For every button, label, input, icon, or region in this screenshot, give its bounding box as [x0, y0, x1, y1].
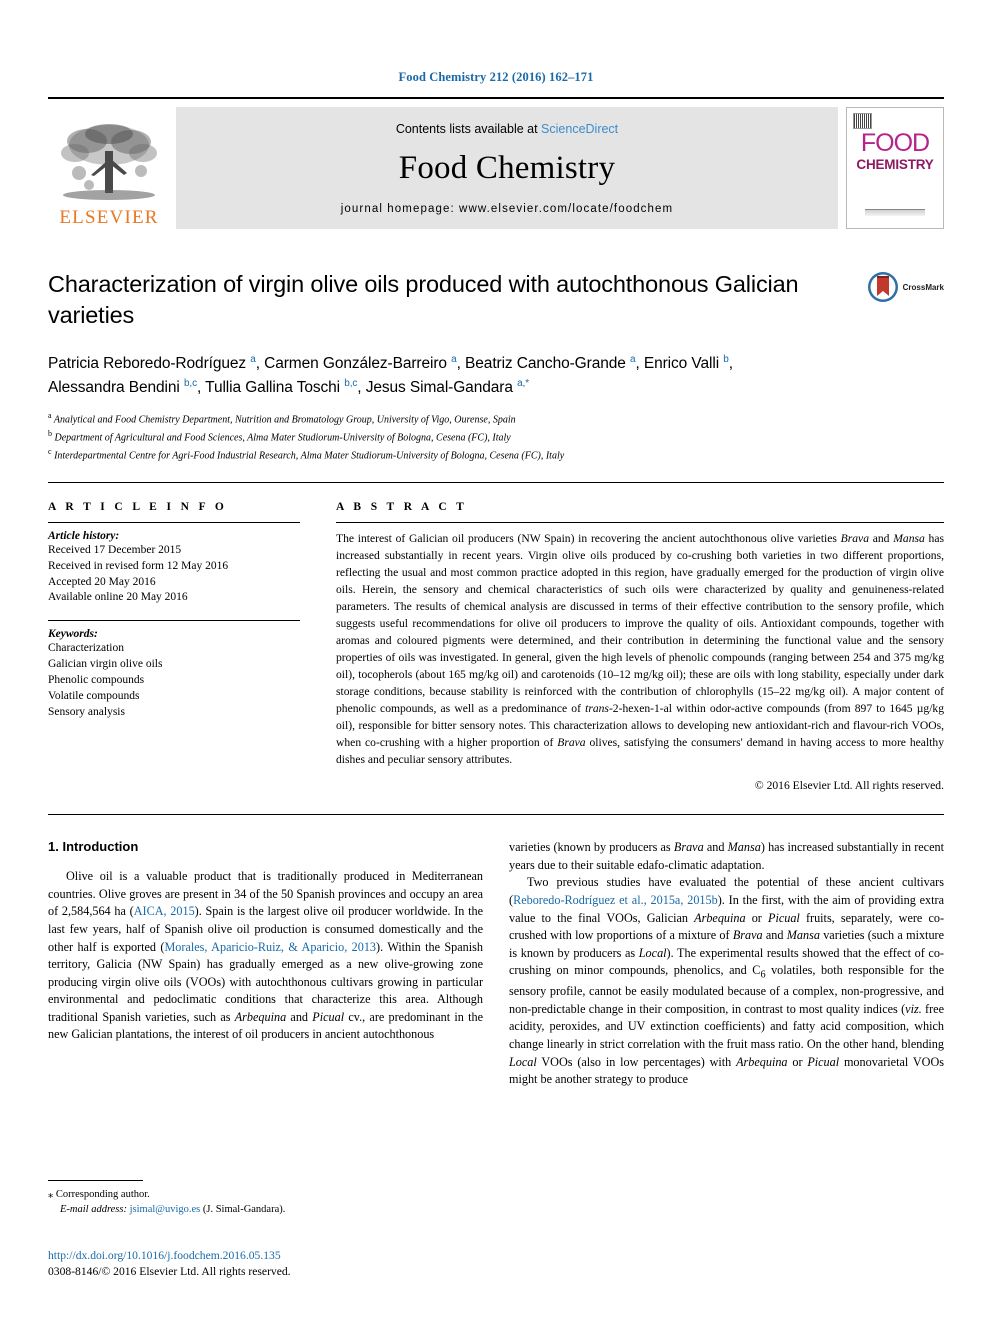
divider	[336, 521, 944, 523]
elsevier-logo: ELSEVIER	[48, 107, 170, 229]
sciencedirect-link[interactable]: ScienceDirect	[541, 122, 618, 136]
author-list: Patricia Reboredo-Rodríguez a, Carmen Go…	[48, 352, 944, 399]
abstract-copyright: © 2016 Elsevier Ltd. All rights reserved…	[754, 779, 944, 793]
footnote-divider	[48, 1180, 143, 1181]
issn-copyright-line: 0308-8146/© 2016 Elsevier Ltd. All right…	[48, 1265, 291, 1279]
history-item: Received in revised form 12 May 2016	[48, 559, 229, 572]
intro-paragraph-right-2: Two previous studies have evaluated the …	[509, 875, 945, 1087]
keyword-item: Characterization	[48, 642, 124, 655]
crossmark-label: CrossMark	[902, 282, 944, 292]
keyword-item: Sensory analysis	[48, 705, 125, 718]
article-history-label: Article history:	[48, 529, 120, 542]
divider	[48, 521, 300, 523]
info-abstract-region: A R T I C L E I N F O Article history: R…	[48, 481, 944, 792]
body-column-left: 1. Introduction Olive oil is a valuable …	[48, 839, 483, 1088]
abstract-column: A B S T R A C T The interest of Galician…	[336, 501, 944, 792]
history-item: Received 17 December 2015	[48, 543, 182, 556]
affiliation-list: a Analytical and Food Chemistry Departme…	[48, 410, 944, 464]
section-title-introduction: 1. Introduction	[48, 839, 139, 855]
elsevier-wordmark: ELSEVIER	[59, 207, 159, 228]
article-info-heading: A R T I C L E I N F O	[48, 500, 228, 513]
cover-footer-bar	[865, 209, 925, 216]
email-note: E-mail address: jsimal@uvigo.es (J. Sima…	[48, 1202, 496, 1217]
elsevier-tree-icon	[61, 124, 157, 200]
intro-paragraph-left: Olive oil is a valuable product that is …	[48, 869, 484, 1042]
article-info-column: A R T I C L E I N F O Article history: R…	[48, 501, 300, 792]
divider	[48, 620, 300, 622]
abstract-body: The interest of Galician oil producers (…	[336, 531, 945, 767]
abstract-heading: A B S T R A C T	[336, 500, 468, 513]
journal-homepage-link[interactable]: journal homepage: www.elsevier.com/locat…	[341, 203, 673, 215]
keyword-item: Volatile compounds	[48, 689, 140, 702]
journal-title: Food Chemistry	[398, 149, 616, 186]
cover-title-food: FOOD	[860, 129, 930, 157]
author-line-1: Patricia Reboredo-Rodríguez a, Carmen Go…	[48, 354, 733, 373]
email-owner: (J. Simal-Gandara).	[202, 1204, 286, 1216]
title-block: Characterization of virgin olive oils pr…	[48, 269, 944, 464]
keywords-label: Keywords:	[48, 628, 98, 641]
crossmark-icon	[867, 272, 898, 302]
affiliation-item: a Analytical and Food Chemistry Departme…	[48, 410, 516, 425]
masthead-center-panel: Contents lists available at ScienceDirec…	[176, 107, 838, 229]
barcode-icon	[853, 113, 872, 129]
cover-title-chemistry: CHEMISTRY	[856, 156, 934, 172]
journal-masthead: ELSEVIER Contents lists available at Sci…	[48, 97, 944, 229]
email-link[interactable]: jsimal@uvigo.es	[130, 1204, 201, 1215]
history-item: Available online 20 May 2016	[48, 591, 188, 604]
contents-available-line: Contents lists available at ScienceDirec…	[396, 122, 618, 136]
body-divider	[48, 814, 944, 816]
keyword-item: Phenolic compounds	[48, 674, 145, 687]
doi-link[interactable]: http://dx.doi.org/10.1016/j.foodchem.201…	[48, 1248, 508, 1264]
corresponding-author-note: ⁎ Corresponding author.	[48, 1189, 150, 1200]
affiliation-item: b Department of Agricultural and Food Sc…	[48, 428, 511, 443]
page-title: Characterization of virgin olive oils pr…	[48, 271, 799, 328]
affiliation-item: c Interdepartmental Centre for Agri-Food…	[48, 446, 565, 462]
footnote-area: ⁎ Corresponding author. E-mail address: …	[48, 1180, 496, 1217]
journal-cover-thumbnail: FOOD CHEMISTRY	[846, 107, 944, 229]
paper-page: Food Chemistry 212 (2016) 162–171 ELSEVI…	[0, 0, 992, 1323]
history-item: Accepted 20 May 2016	[48, 575, 156, 588]
email-label: E-mail address:	[60, 1204, 127, 1216]
crossmark-badge[interactable]: CrossMark	[867, 271, 944, 303]
body-columns: 1. Introduction Olive oil is a valuable …	[48, 839, 944, 1088]
running-head: Food Chemistry 212 (2016) 162–171	[398, 70, 594, 84]
keyword-item: Galician virgin olive oils	[48, 658, 163, 671]
author-line-2: Alessandra Bendini b,c, Tullia Gallina T…	[48, 377, 529, 396]
doi-block: http://dx.doi.org/10.1016/j.foodchem.201…	[48, 1248, 508, 1281]
body-column-right: varieties (known by producers as Brava a…	[509, 839, 944, 1088]
contents-prefix: Contents lists available at	[395, 121, 542, 136]
intro-paragraph-right-1: varieties (known by producers as Brava a…	[509, 840, 944, 872]
